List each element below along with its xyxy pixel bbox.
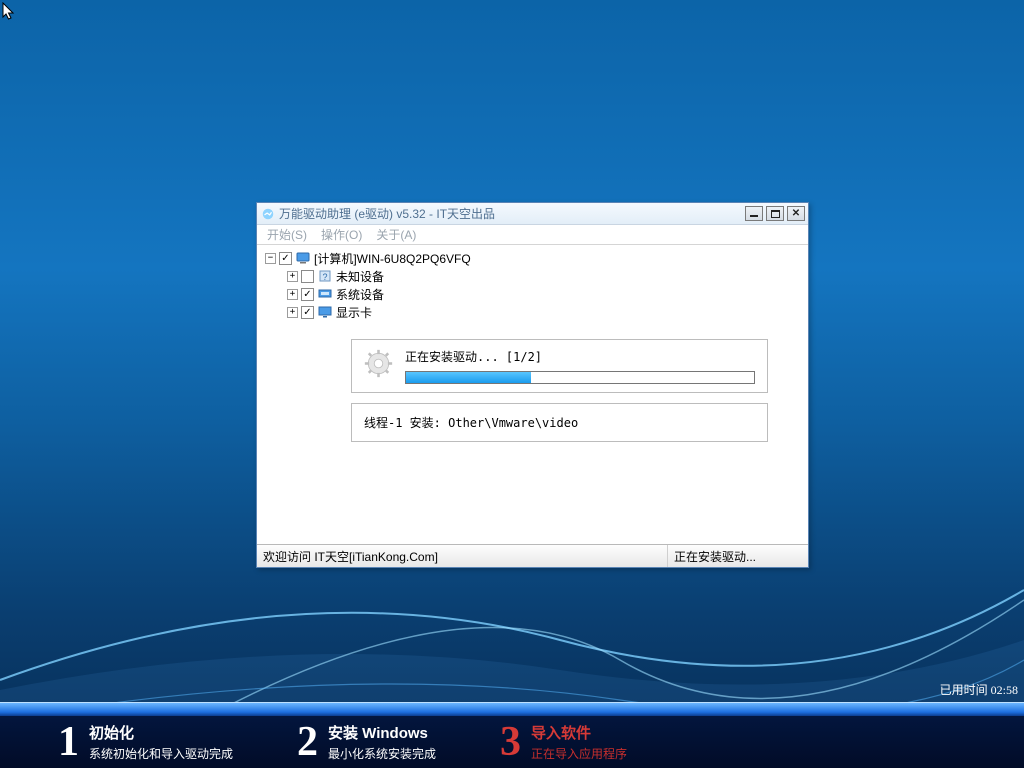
step-subtitle: 最小化系统安装完成 [328, 745, 436, 762]
window-title: 万能驱动助理 (e驱动) v5.32 - IT天空出品 [279, 205, 745, 222]
device-tree[interactable]: − [计算机]WIN-6U8Q2PQ6VFQ + ? 未知设备 + [265, 249, 804, 321]
expander-icon[interactable]: − [265, 253, 276, 264]
step-title: 导入软件 [531, 722, 627, 743]
step-title: 安装 Windows [328, 722, 436, 743]
elapsed-time: 已用时间 02:58 [940, 681, 1018, 698]
tree-label: [计算机]WIN-6U8Q2PQ6VFQ [314, 250, 471, 267]
tree-label: 未知设备 [336, 268, 384, 285]
thread-status-text: 线程-1 安装: Other\Vmware\video [364, 416, 578, 430]
step-number: 2 [297, 721, 318, 763]
tree-root[interactable]: − [计算机]WIN-6U8Q2PQ6VFQ [265, 249, 804, 267]
installer-footer: 1 初始化 系统初始化和导入驱动完成 2 安装 Windows 最小化系统安装完… [0, 702, 1024, 768]
app-icon [261, 207, 275, 221]
menu-start[interactable]: 开始(S) [263, 226, 311, 243]
window-content: − [计算机]WIN-6U8Q2PQ6VFQ + ? 未知设备 + [257, 245, 808, 544]
expander-icon[interactable]: + [287, 289, 298, 300]
checkbox[interactable] [301, 270, 314, 283]
svg-text:?: ? [322, 272, 327, 282]
tree-item-system[interactable]: + 系统设备 [287, 285, 804, 303]
checkbox[interactable] [301, 288, 314, 301]
menubar: 开始(S) 操作(O) 关于(A) [257, 225, 808, 245]
progress-label: 正在安装驱动... [1/2] [405, 348, 755, 365]
step-3: 3 导入软件 正在导入应用程序 [500, 721, 627, 763]
titlebar[interactable]: 万能驱动助理 (e驱动) v5.32 - IT天空出品 ✕ [257, 203, 808, 225]
display-adapter-icon [317, 304, 333, 320]
status-right: 正在安装驱动... [668, 545, 808, 567]
tree-label: 系统设备 [336, 286, 384, 303]
progress-fill [406, 372, 531, 383]
maximize-button[interactable] [766, 206, 784, 221]
status-left: 欢迎访问 IT天空[iTianKong.Com] [257, 545, 668, 567]
close-button[interactable]: ✕ [787, 206, 805, 221]
minimize-button[interactable] [745, 206, 763, 221]
statusbar: 欢迎访问 IT天空[iTianKong.Com] 正在安装驱动... [257, 544, 808, 567]
step-number: 1 [58, 721, 79, 763]
install-progress-panel: 正在安装驱动... [1/2] [351, 339, 768, 393]
checkbox[interactable] [301, 306, 314, 319]
step-2: 2 安装 Windows 最小化系统安装完成 [297, 721, 436, 763]
tree-item-display[interactable]: + 显示卡 [287, 303, 804, 321]
unknown-device-icon: ? [317, 268, 333, 284]
step-number: 3 [500, 721, 521, 763]
step-subtitle: 正在导入应用程序 [531, 745, 627, 762]
menu-operate[interactable]: 操作(O) [317, 226, 366, 243]
step-1: 1 初始化 系统初始化和导入驱动完成 [58, 721, 233, 763]
expander-icon[interactable]: + [287, 307, 298, 318]
menu-about[interactable]: 关于(A) [372, 226, 420, 243]
checkbox[interactable] [279, 252, 292, 265]
tree-item-unknown[interactable]: + ? 未知设备 [287, 267, 804, 285]
step-title: 初始化 [89, 722, 233, 743]
gear-icon [364, 349, 393, 383]
driver-assistant-window: 万能驱动助理 (e驱动) v5.32 - IT天空出品 ✕ 开始(S) 操作(O… [256, 202, 809, 568]
tree-label: 显示卡 [336, 304, 372, 321]
computer-icon [295, 250, 311, 266]
step-subtitle: 系统初始化和导入驱动完成 [89, 745, 233, 762]
system-device-icon [317, 286, 333, 302]
expander-icon[interactable]: + [287, 271, 298, 282]
progress-bar [405, 371, 755, 384]
footer-divider [0, 702, 1024, 716]
thread-status-panel: 线程-1 安装: Other\Vmware\video [351, 403, 768, 442]
cursor-icon [2, 2, 16, 22]
